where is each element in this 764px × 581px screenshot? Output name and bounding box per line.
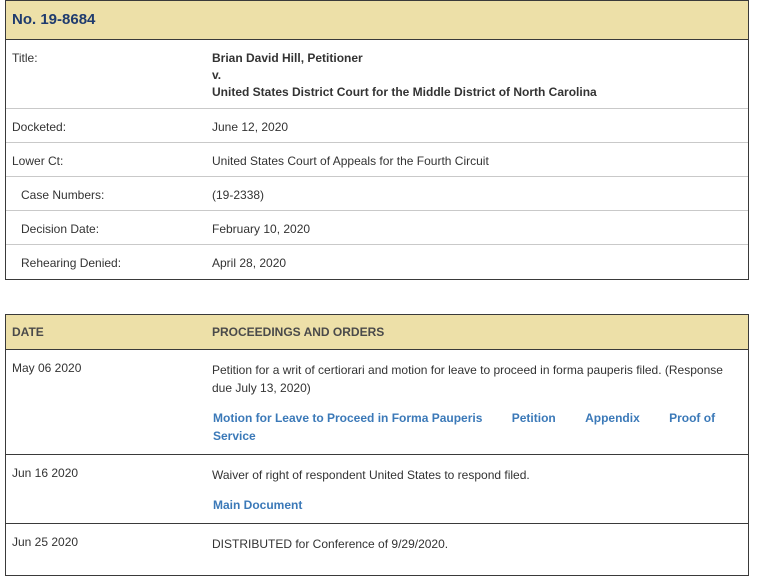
- title-respondent: United States District Court for the Mid…: [212, 85, 597, 99]
- docketed-label: Docketed:: [12, 120, 67, 134]
- rehearing-label: Rehearing Denied:: [21, 256, 122, 270]
- case-info-panel: No. 19-8684 Title: Brian David Hill, Pet…: [5, 0, 749, 280]
- table-row: Jun 16 2020 Waiver of right of responden…: [6, 455, 748, 524]
- entry-text: Petition for a writ of certiorari and mo…: [212, 363, 723, 395]
- table-row: Jun 25 2020 DISTRIBUTED for Conference o…: [6, 524, 748, 575]
- rehearing-value: April 28, 2020: [212, 256, 287, 270]
- rehearing-row: Rehearing Denied: April 28, 2020: [6, 245, 748, 279]
- title-petitioner: Brian David Hill, Petitioner: [212, 51, 363, 65]
- case-title: Brian David Hill, Petitioner v. United S…: [212, 50, 597, 101]
- entry-date: May 06 2020: [12, 361, 82, 375]
- case-numbers-row: Case Numbers: (19-2338): [6, 177, 748, 211]
- entry-date: Jun 25 2020: [12, 535, 79, 549]
- entry-links: Main Document: [213, 496, 738, 514]
- table-row: May 06 2020 Petition for a writ of certi…: [6, 350, 748, 455]
- decision-date-value: February 10, 2020: [212, 222, 311, 236]
- appendix-link[interactable]: Appendix: [585, 411, 640, 425]
- entry-date: Jun 16 2020: [12, 466, 79, 480]
- entry-text: DISTRIBUTED for Conference of 9/29/2020.: [212, 537, 449, 551]
- docketed-value: June 12, 2020: [212, 120, 289, 134]
- title-label: Title:: [12, 51, 38, 65]
- proceedings-column-header: PROCEEDINGS AND ORDERS: [212, 325, 385, 339]
- entry-links: Motion for Leave to Proceed in Forma Pau…: [213, 409, 738, 445]
- petition-link[interactable]: Petition: [512, 411, 556, 425]
- decision-date-label: Decision Date:: [21, 222, 100, 236]
- lower-ct-label: Lower Ct:: [12, 154, 64, 168]
- docketed-row: Docketed: June 12, 2020: [6, 109, 748, 143]
- proceedings-header-bar: DATE PROCEEDINGS AND ORDERS: [6, 315, 748, 350]
- lower-ct-value: United States Court of Appeals for the F…: [212, 154, 489, 168]
- title-versus: v.: [212, 68, 222, 82]
- case-numbers-label: Case Numbers:: [21, 188, 105, 202]
- case-numbers-value: (19-2338): [212, 188, 265, 202]
- entry-text: Waiver of right of respondent United Sta…: [212, 468, 530, 482]
- title-row: Title: Brian David Hill, Petitioner v. U…: [6, 40, 748, 109]
- decision-date-row: Decision Date: February 10, 2020: [6, 211, 748, 245]
- date-column-header: DATE: [12, 325, 44, 339]
- main-document-link[interactable]: Main Document: [213, 498, 302, 512]
- proceedings-panel: DATE PROCEEDINGS AND ORDERS May 06 2020 …: [5, 314, 749, 576]
- motion-ifp-link[interactable]: Motion for Leave to Proceed in Forma Pau…: [213, 411, 482, 425]
- lower-ct-row: Lower Ct: United States Court of Appeals…: [6, 143, 748, 177]
- case-number: No. 19-8684: [12, 11, 96, 28]
- case-header-bar: No. 19-8684: [6, 1, 748, 40]
